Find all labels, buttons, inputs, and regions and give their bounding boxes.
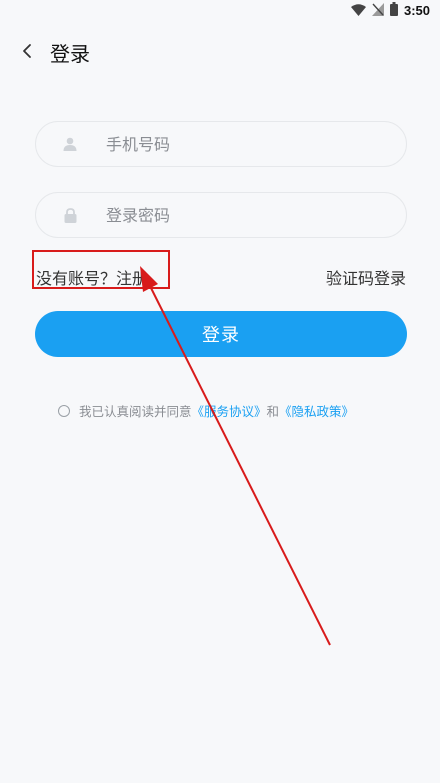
back-button[interactable]	[16, 40, 38, 62]
lock-icon	[62, 207, 78, 223]
wifi-icon	[350, 1, 366, 20]
status-bar: 3:50	[0, 0, 440, 20]
password-input[interactable]	[104, 204, 368, 226]
annotation-highlight-box	[32, 250, 170, 289]
phone-field[interactable]	[35, 121, 407, 167]
phone-input[interactable]	[104, 133, 368, 155]
sms-login-link[interactable]: 验证码登录	[326, 265, 406, 289]
privacy-policy-link[interactable]: 《隐私政策》	[279, 401, 354, 420]
no-signal-icon	[371, 1, 384, 20]
header: 登录	[0, 32, 440, 72]
user-icon	[62, 136, 78, 152]
annotation-arrow	[140, 266, 331, 646]
page-title: 登录	[50, 42, 90, 66]
login-button[interactable]: 登录	[35, 311, 407, 357]
password-field[interactable]	[35, 192, 407, 238]
agreement-checkbox[interactable]	[58, 404, 70, 417]
chevron-left-icon	[23, 44, 31, 58]
battery-icon	[389, 1, 398, 20]
service-agreement-link[interactable]: 《服务协议》	[192, 401, 267, 420]
agreement-text: 我已认真阅读并同意	[79, 404, 192, 419]
agreement-row: 我已认真阅读并同意 《服务协议》 和 《隐私政策》	[58, 401, 354, 420]
status-icons: 3:50	[350, 1, 430, 20]
agreement-conjunction: 和	[266, 404, 280, 419]
status-time: 3:50	[403, 2, 430, 18]
